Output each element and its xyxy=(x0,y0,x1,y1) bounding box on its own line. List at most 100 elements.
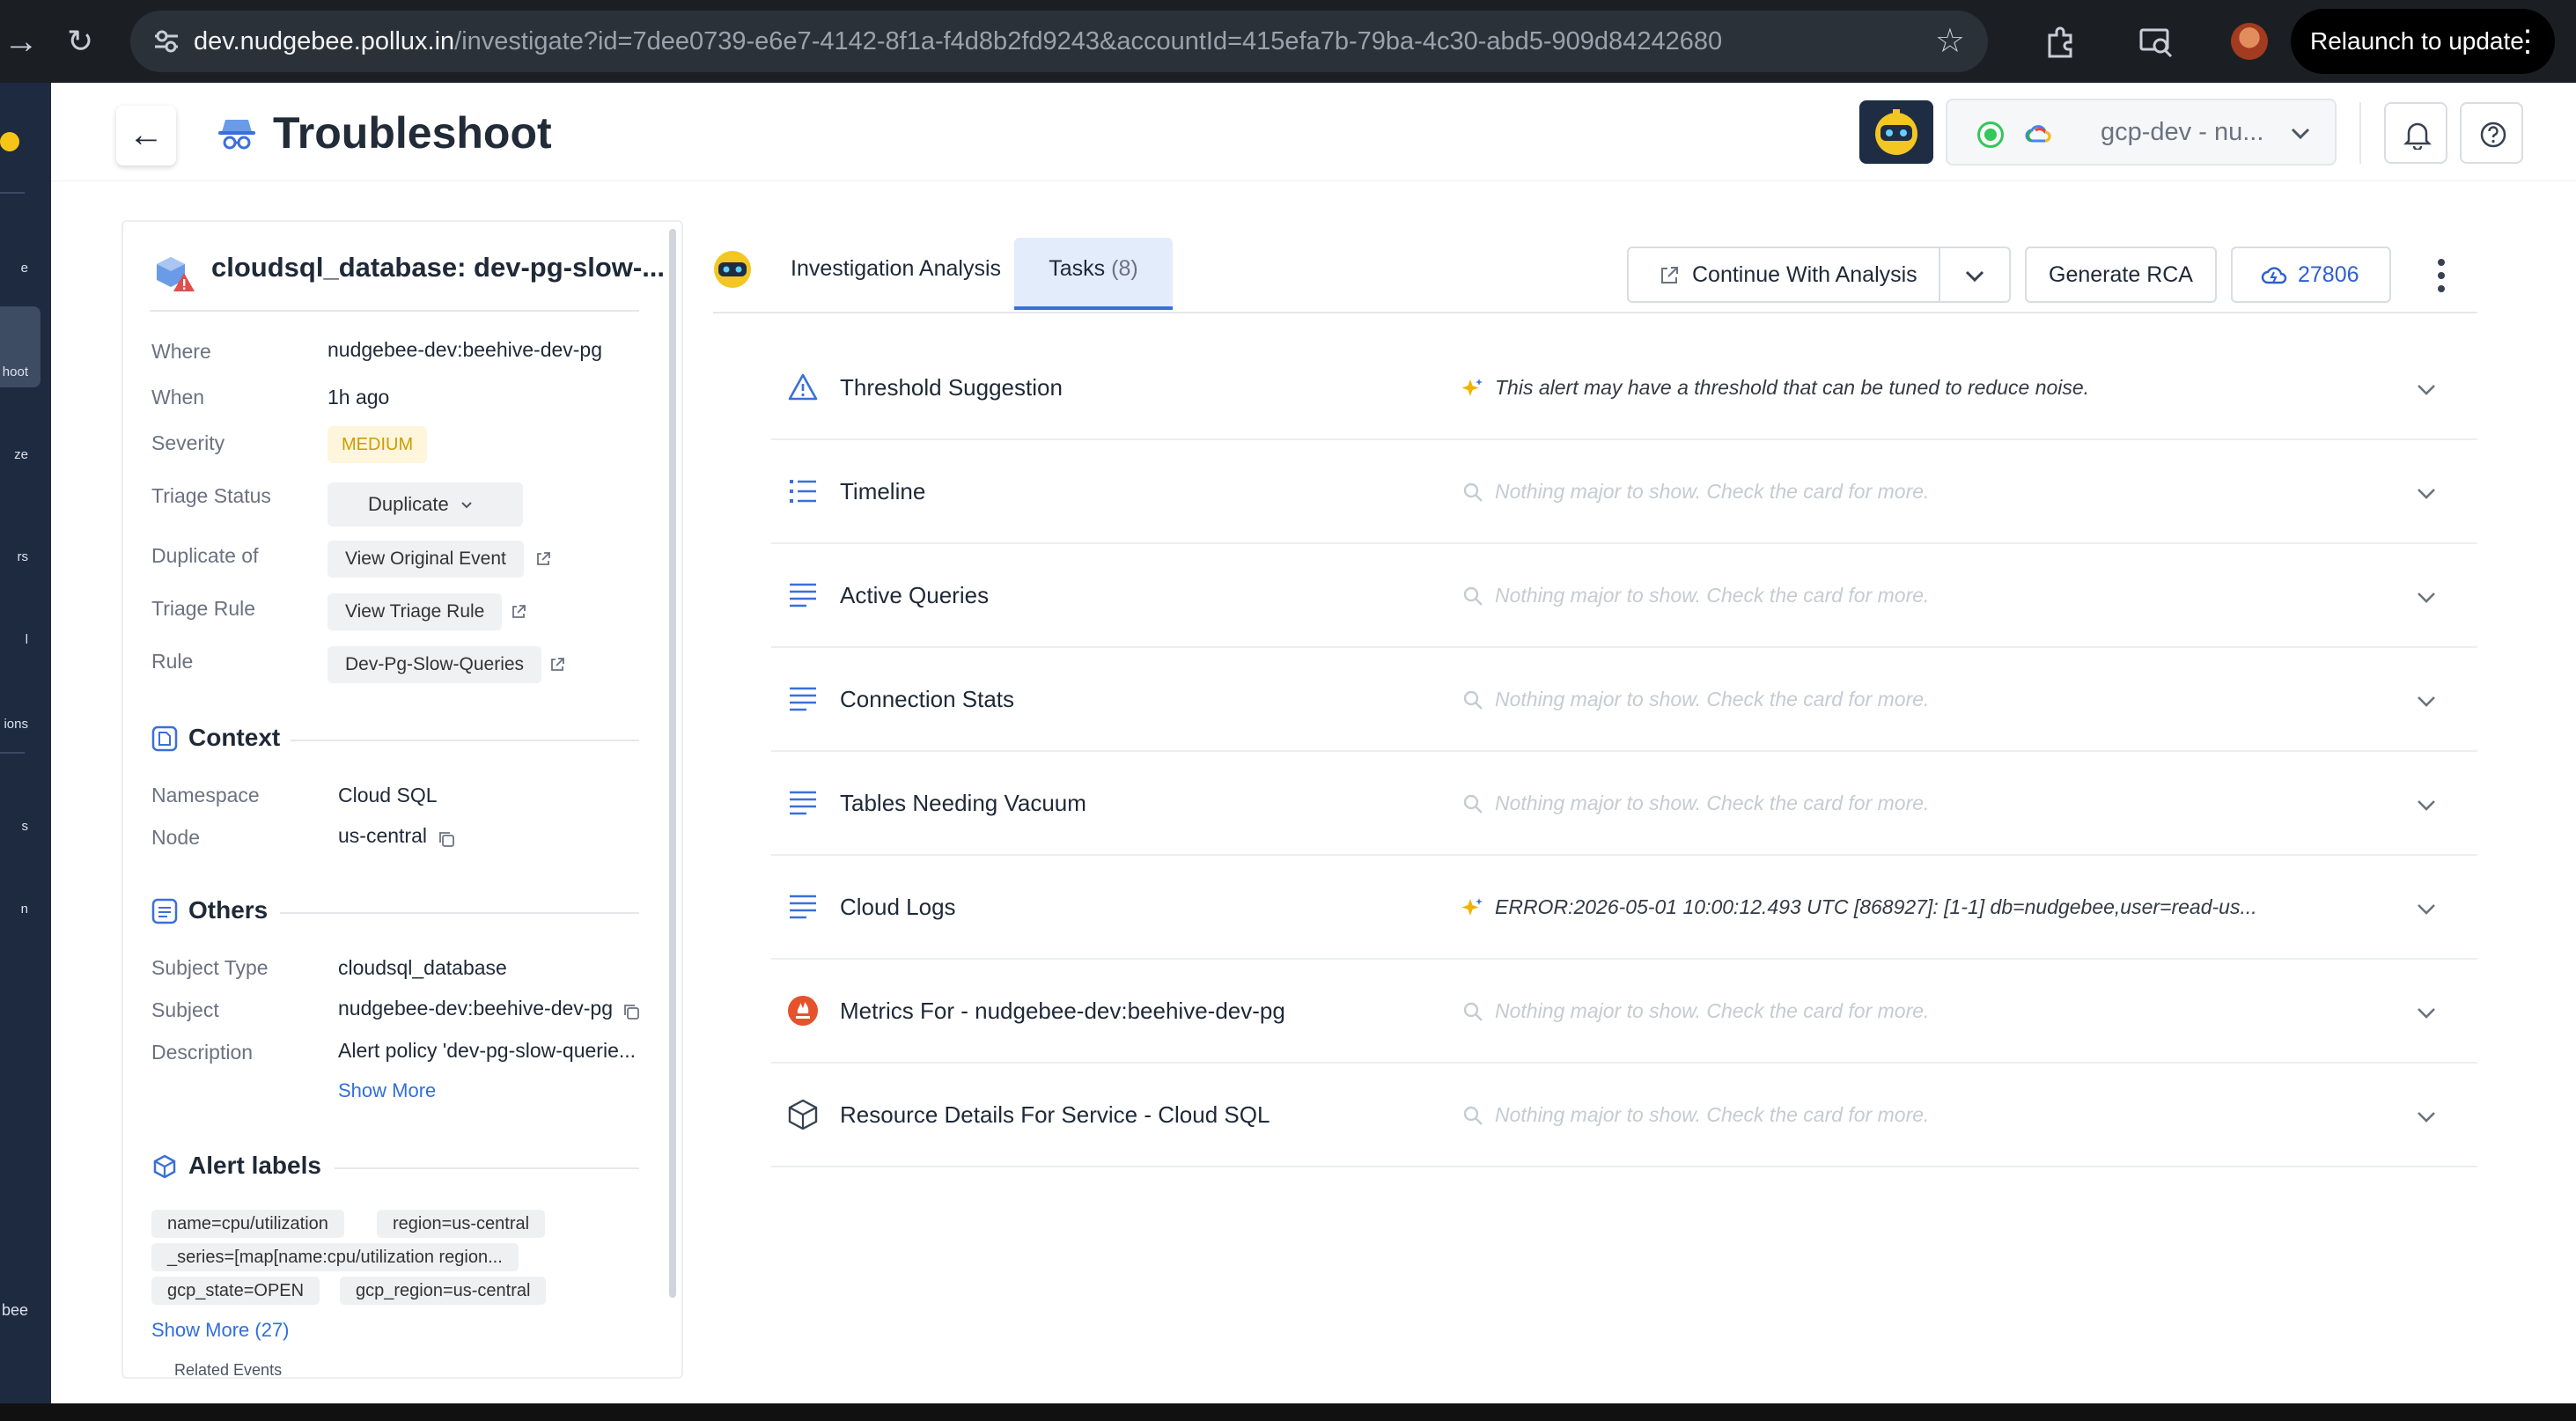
sidebar-item-6[interactable]: ions xyxy=(4,717,28,732)
where-value: nudgebee-dev:beehive-dev-pg xyxy=(328,338,603,361)
ai-assistant-button[interactable] xyxy=(1859,100,1933,164)
continue-analysis-button[interactable]: Continue With Analysis xyxy=(1627,247,1940,303)
view-original-event-button[interactable]: View Original Event xyxy=(328,541,524,578)
task-summary: Nothing major to show. Check the card fo… xyxy=(1495,480,1930,503)
task-row-metrics[interactable]: Metrics For - nudgebee-dev:beehive-dev-p… xyxy=(771,960,2477,1064)
task-row-active-queries[interactable]: Active Queries Nothing major to show. Ch… xyxy=(771,544,2477,648)
task-row-tables-needing-vacuum[interactable]: Tables Needing Vacuum Nothing major to s… xyxy=(771,752,2477,856)
chevron-down-icon[interactable] xyxy=(2414,896,2439,921)
account-selector[interactable]: gcp-dev - nu... xyxy=(1946,99,2337,166)
task-row-threshold-suggestion[interactable]: Threshold Suggestion This alert may have… xyxy=(771,336,2477,440)
sidebar-divider xyxy=(0,752,25,754)
generate-rca-button[interactable]: Generate RCA xyxy=(2025,247,2217,303)
tab-investigation-analysis[interactable]: Investigation Analysis xyxy=(791,238,1001,310)
tab-tasks-count: (8) xyxy=(1111,256,1138,281)
sidebar-item-5[interactable]: l xyxy=(26,632,28,647)
sidebar-item-troubleshoot[interactable]: hoot xyxy=(3,364,28,379)
sidebar-item-7[interactable]: s xyxy=(22,819,29,834)
sparkle-icon xyxy=(1461,898,1483,916)
profile-avatar[interactable] xyxy=(2231,23,2268,60)
search-icon xyxy=(1463,1002,1483,1021)
taskbar-strip xyxy=(0,1403,2576,1421)
sidebar-item-3[interactable]: ze xyxy=(14,447,28,462)
credits-button[interactable]: 27806 xyxy=(2231,247,2391,303)
more-options-icon[interactable] xyxy=(2426,254,2456,298)
notifications-button[interactable] xyxy=(2384,102,2447,164)
task-title: Tables Needing Vacuum xyxy=(840,790,1086,816)
browser-menu-icon[interactable]: ⋮ xyxy=(2513,9,2543,74)
external-link-icon[interactable] xyxy=(535,551,551,567)
copy-icon[interactable] xyxy=(437,829,456,849)
bookmark-star-icon[interactable]: ☆ xyxy=(1935,23,1965,60)
bell-icon xyxy=(2403,122,2432,150)
external-link-icon[interactable] xyxy=(549,657,565,673)
chevron-down-icon[interactable] xyxy=(2414,377,2439,401)
others-title: Others xyxy=(188,896,269,924)
account-name: gcp-dev - nu... xyxy=(2101,118,2264,146)
severity-label: Severity xyxy=(151,431,225,454)
view-triage-rule-button[interactable]: View Triage Rule xyxy=(328,593,503,630)
page-title: Troubleshoot xyxy=(273,108,552,158)
description-show-more-link[interactable]: Show More xyxy=(338,1079,436,1102)
task-summary: Nothing major to show. Check the card fo… xyxy=(1495,999,1930,1022)
tabs-divider xyxy=(713,312,2477,313)
robot-icon xyxy=(1875,109,1917,155)
task-row-cloud-logs[interactable]: Cloud Logs ERROR:2026-05-01 10:00:12.493… xyxy=(771,856,2477,960)
chevron-down-icon[interactable] xyxy=(2414,1000,2439,1025)
continue-analysis-label: Continue With Analysis xyxy=(1692,262,1917,287)
cube-icon xyxy=(788,1099,818,1130)
rule-chip[interactable]: Dev-Pg-Slow-Queries xyxy=(328,646,542,683)
help-button[interactable] xyxy=(2460,102,2523,164)
task-title: Connection Stats xyxy=(840,686,1015,712)
tab-search-icon[interactable] xyxy=(2138,23,2175,60)
task-summary: Nothing major to show. Check the card fo… xyxy=(1495,688,1930,710)
continue-analysis-dropdown[interactable] xyxy=(1939,247,2011,303)
alert-label-tag: gcp_state=OPEN xyxy=(151,1277,320,1305)
task-row-resource-details[interactable]: Resource Details For Service - Cloud SQL… xyxy=(771,1064,2477,1167)
task-title: Threshold Suggestion xyxy=(840,374,1063,401)
severity-badge: MEDIUM xyxy=(328,426,428,463)
namespace-value: Cloud SQL xyxy=(338,784,438,806)
chevron-down-icon[interactable] xyxy=(2414,1104,2439,1129)
alert-labels-show-more-link[interactable]: Show More (27) xyxy=(151,1319,290,1342)
sidebar-item-4[interactable]: rs xyxy=(18,549,29,564)
site-settings-icon[interactable] xyxy=(151,26,181,56)
address-bar[interactable]: dev.nudgebee.pollux.in/investigate?id=7d… xyxy=(130,11,1988,72)
task-summary: Nothing major to show. Check the card fo… xyxy=(1495,1103,1930,1126)
relaunch-button[interactable]: Relaunch to update ⋮ xyxy=(2291,9,2555,74)
task-summary: This alert may have a threshold that can… xyxy=(1495,376,2090,399)
url-text[interactable]: dev.nudgebee.pollux.in/investigate?id=7d… xyxy=(194,11,1722,72)
back-button[interactable]: ← xyxy=(116,106,176,166)
external-link-icon[interactable] xyxy=(511,604,526,620)
description-label: Description xyxy=(151,1041,254,1064)
extensions-icon[interactable] xyxy=(2042,23,2079,60)
task-row-connection-stats[interactable]: Connection Stats Nothing major to show. … xyxy=(771,648,2477,752)
title-divider xyxy=(150,310,639,312)
tab-tasks[interactable]: Tasks (8) xyxy=(1014,238,1173,310)
search-icon xyxy=(1463,1106,1483,1125)
lines-icon xyxy=(790,791,816,815)
sidebar-brand: bee xyxy=(1,1301,28,1319)
triage-status-select[interactable]: Duplicate xyxy=(328,482,523,526)
chevron-down-icon[interactable] xyxy=(2414,688,2439,713)
reload-icon[interactable]: ↻ xyxy=(67,19,93,63)
task-summary: Nothing major to show. Check the card fo… xyxy=(1495,584,1930,607)
panel-scrollbar[interactable] xyxy=(669,229,676,1298)
sidebar-item-1[interactable]: e xyxy=(21,261,28,276)
chevron-down-icon[interactable] xyxy=(2414,792,2439,817)
task-summary: ERROR:2026-05-01 10:00:12.493 UTC [86892… xyxy=(1495,895,2257,918)
chevron-down-icon[interactable] xyxy=(2414,481,2439,505)
node-label: Node xyxy=(151,826,200,849)
detective-icon xyxy=(218,120,255,150)
arrow-left-icon: ← xyxy=(129,115,164,154)
triage-status-value: Duplicate xyxy=(368,493,449,515)
task-row-timeline[interactable]: Timeline Nothing major to show. Check th… xyxy=(771,440,2477,544)
copy-icon[interactable] xyxy=(622,1002,641,1021)
subject-value: nudgebee-dev:beehive-dev-pg xyxy=(338,997,614,1020)
forward-icon[interactable]: → xyxy=(4,19,39,63)
section-divider xyxy=(280,912,639,914)
sidebar-item-8[interactable]: n xyxy=(21,902,28,917)
namespace-label: Namespace xyxy=(151,784,260,806)
lines-icon xyxy=(790,687,816,711)
chevron-down-icon[interactable] xyxy=(2414,585,2439,609)
